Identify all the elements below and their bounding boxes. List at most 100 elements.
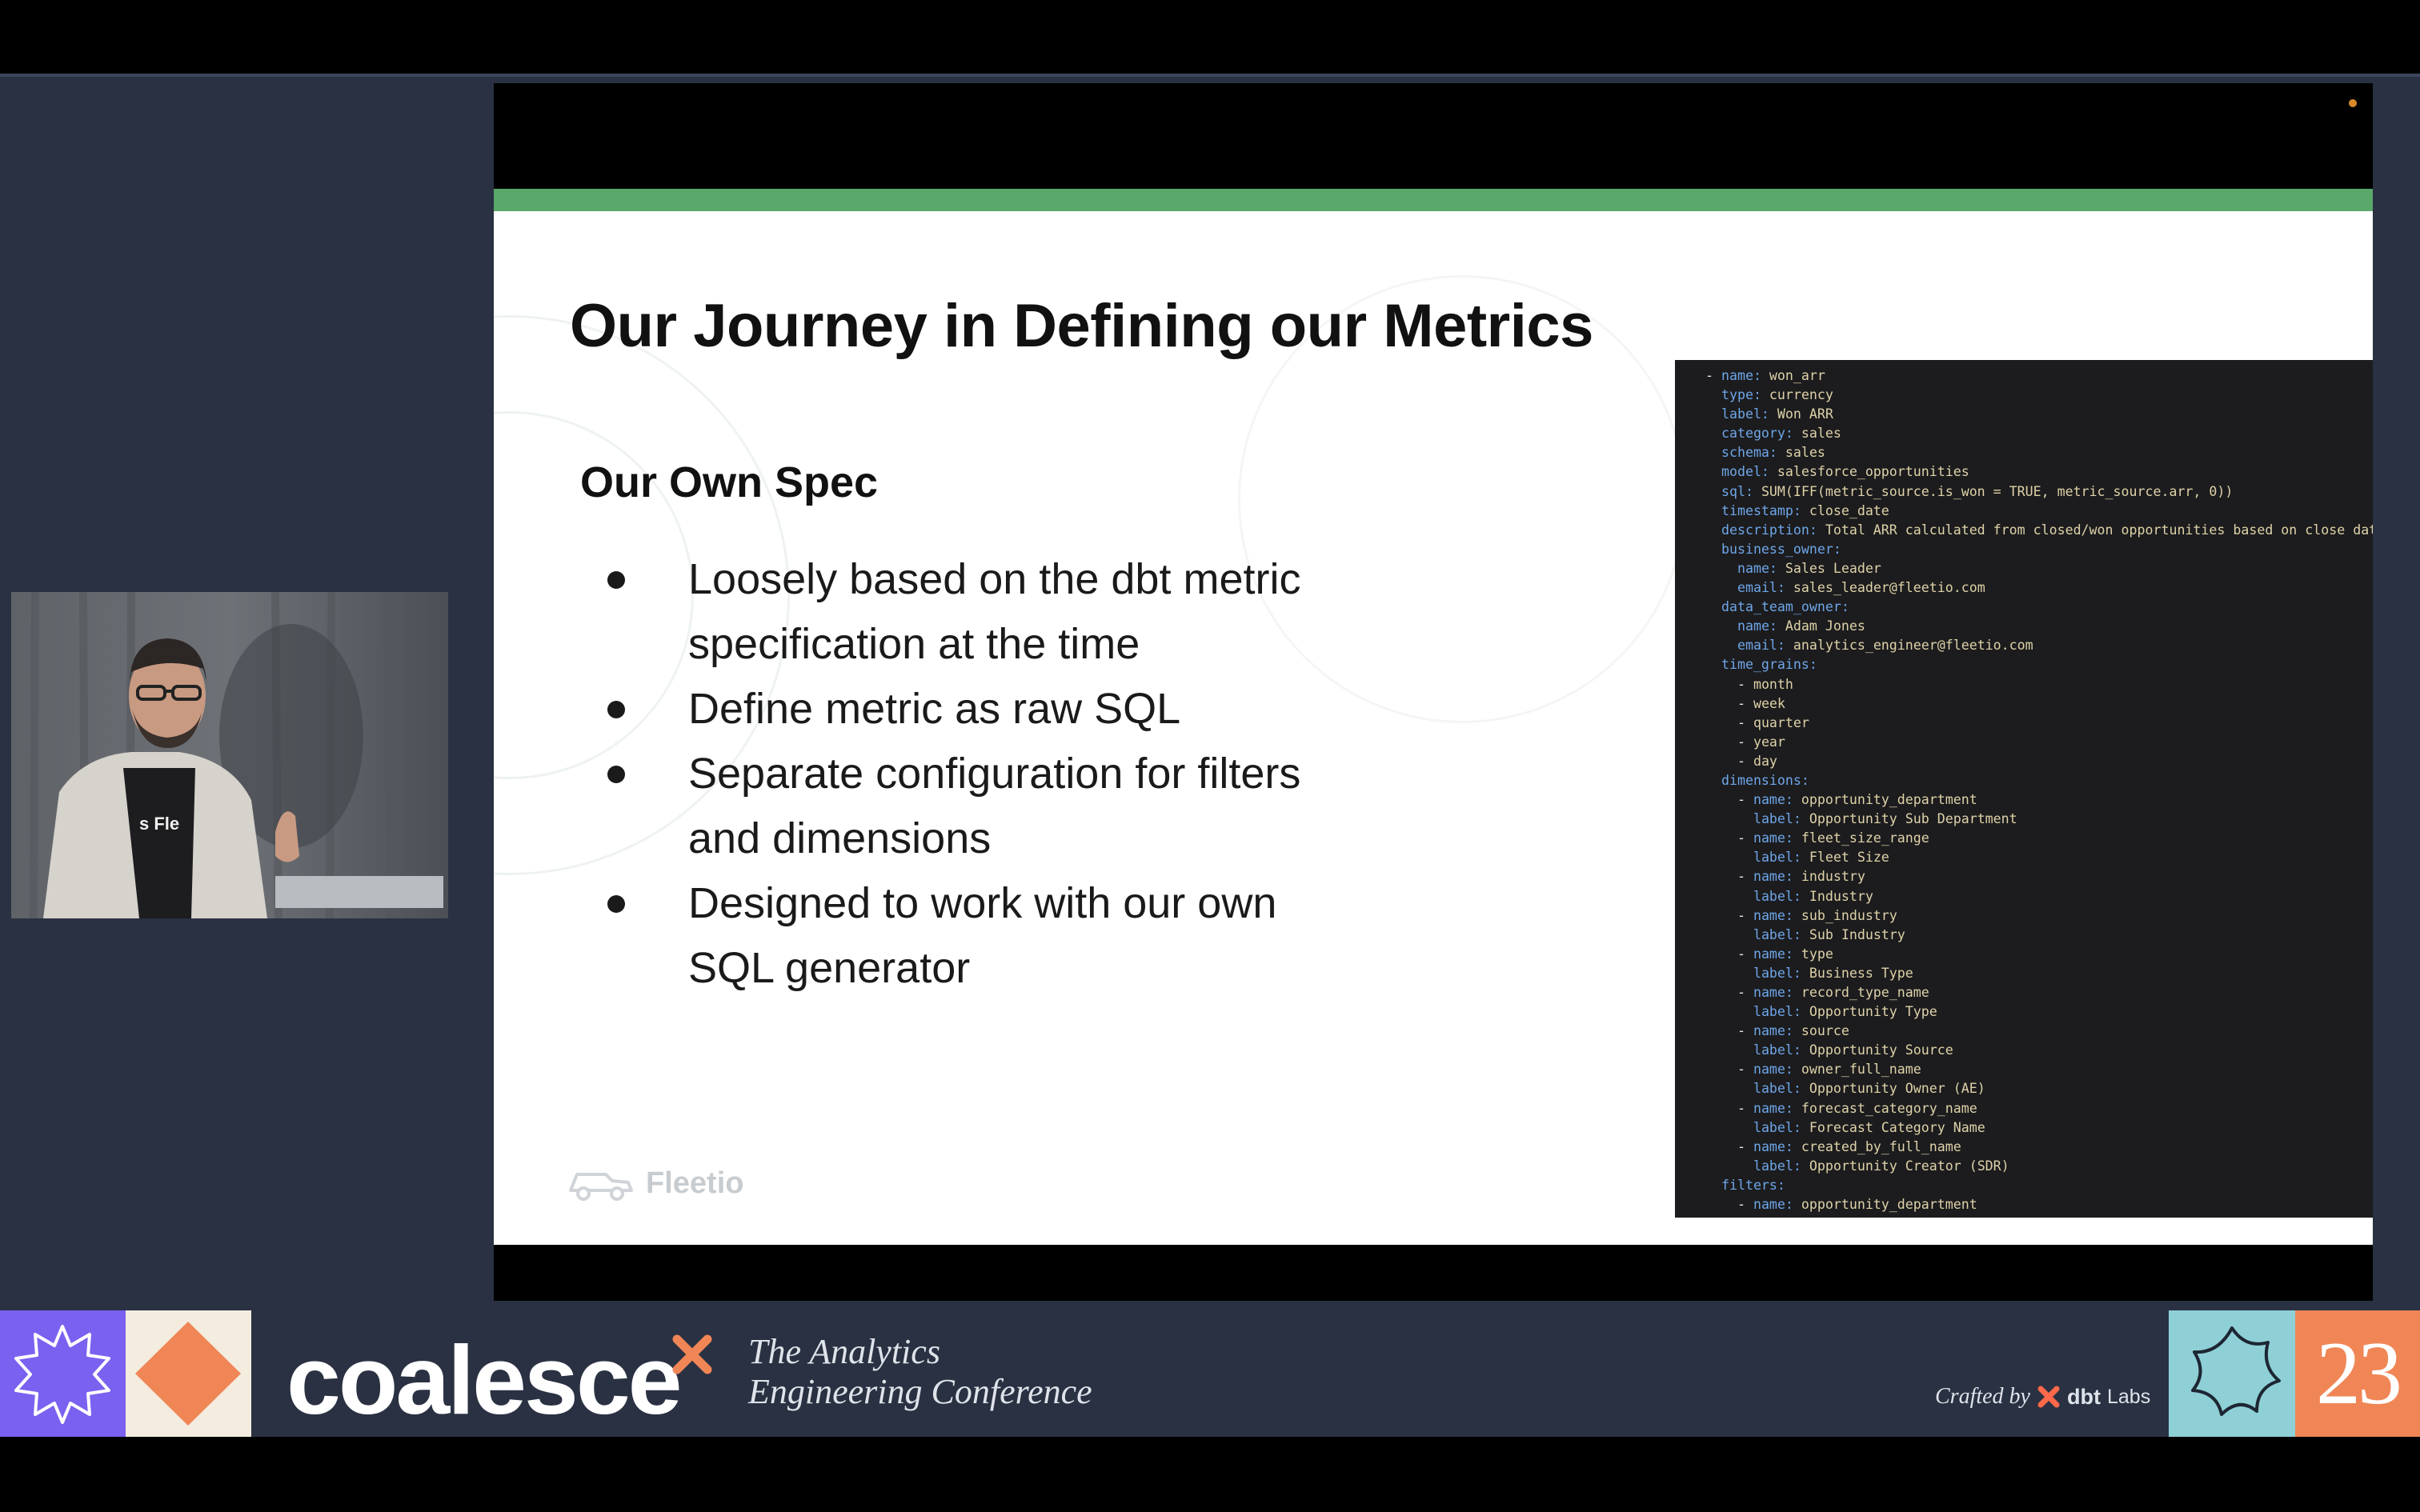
yaml-value: week (1753, 695, 1785, 711)
yaml-value: SUM(IFF(metric_source.is_won = TRUE, met… (1753, 483, 2234, 499)
cream-tile (126, 1310, 251, 1437)
yaml-key: name: (1737, 560, 1777, 576)
coalesce-wordmark-text: coalesce (286, 1326, 683, 1434)
yaml-value: quarter (1753, 714, 1809, 730)
blob-star-icon (2191, 1326, 2281, 1416)
yaml-value: currency (1761, 387, 1833, 403)
yaml-value: Industry (1801, 888, 1873, 904)
tagline-line-1: The Analytics (748, 1332, 940, 1371)
yaml-value: Sub Industry (1801, 926, 1905, 942)
bullet-dot-icon (607, 701, 625, 718)
yaml-key: name: (1753, 830, 1793, 846)
yaml-value: industry (1793, 869, 1865, 885)
code-line: label: Opportunity Creator (SDR) (1705, 1158, 2009, 1174)
speaker-webcam-feed: s Fle (11, 592, 448, 918)
slide-title: Our Journey in Defining our Metrics (570, 292, 1593, 360)
code-line: - name: created_by_full_name (1705, 1138, 1961, 1154)
code-line: - name: record_type_name (1705, 985, 1929, 1000)
yaml-key: label: (1753, 1119, 1801, 1135)
bullet-text: Define metric as raw SQL (688, 685, 1181, 733)
yaml-value: Won ARR (1769, 406, 1833, 422)
yaml-value: close_date (1801, 502, 1889, 518)
bullet-text: Loosely based on the dbt metric specific… (688, 555, 1301, 668)
yaml-key: time_grains: (1721, 657, 1817, 673)
yaml-value: won_arr (1761, 368, 1825, 383)
code-line: - week (1705, 695, 1785, 711)
speaker-video-image: s Fle (11, 592, 448, 918)
truck-icon (569, 1173, 633, 1201)
dbt-name: dbt (2067, 1384, 2101, 1409)
code-line: - name: industry (1705, 869, 1865, 885)
yaml-key: dimensions: (1721, 772, 1809, 788)
yaml-key: label: (1753, 1042, 1801, 1058)
yaml-key: name: (1737, 618, 1777, 634)
yaml-key: name: (1753, 985, 1793, 1000)
code-line: - name: source (1705, 1023, 1849, 1039)
yaml-key: label: (1753, 965, 1801, 981)
recording-indicator-dot (2349, 99, 2357, 107)
speaker-shirt-text: s Fle (139, 814, 179, 834)
starburst-icon (14, 1325, 110, 1424)
code-screenshot-panel: - name: won_arr type: currency label: Wo… (1675, 360, 2373, 1218)
code-line: name: Adam Jones (1705, 618, 1865, 634)
code-line: label: Fleet Size (1705, 850, 1889, 865)
yaml-key: timestamp: (1721, 502, 1801, 518)
bullet-item: Separate configuration for filters and d… (598, 742, 1318, 871)
code-line: schema: sales (1705, 445, 1825, 460)
code-line: - year (1705, 734, 1785, 750)
code-line: dimensions: (1705, 773, 1809, 788)
code-line: data_team_owner: (1705, 599, 1849, 614)
yaml-value: record_type_name (1793, 985, 1929, 1000)
fleetio-logo: Fleetio (566, 1163, 743, 1203)
yaml-value: year (1753, 734, 1785, 750)
yaml-value: source (1793, 1023, 1849, 1039)
coalesce-x-icon (672, 1334, 712, 1374)
code-line: category: sales (1705, 426, 1841, 441)
section-heading: Our Own Spec (580, 458, 879, 506)
code-line: - quarter (1705, 714, 1809, 730)
yaml-value: salesforce_opportunities (1769, 464, 1969, 480)
yaml-value: Forecast Category Name (1801, 1119, 1985, 1135)
code-line: - name: fleet_size_range (1705, 830, 1929, 846)
yaml-value: sales (1777, 445, 1825, 461)
tagline-line-2: Engineering Conference (748, 1372, 1092, 1411)
code-line: name: Sales Leader (1705, 561, 1881, 576)
slide-accent-bar (494, 189, 2373, 211)
yaml-key: name: (1753, 1197, 1793, 1213)
bullet-item: Define metric as raw SQL (598, 677, 1318, 742)
yaml-key: name: (1721, 368, 1761, 383)
bullet-dot-icon (607, 766, 625, 783)
bullet-text: Separate configuration for filters and d… (688, 750, 1301, 862)
dbt-labs-suffix: Labs (2106, 1385, 2151, 1408)
code-line: - name: opportunity_department (1705, 1197, 1977, 1213)
yaml-key: model: (1721, 464, 1769, 480)
purple-tile (0, 1310, 126, 1437)
code-line: label: Opportunity Owner (AE) (1705, 1081, 1985, 1096)
yaml-key: name: (1753, 1138, 1793, 1154)
code-line: sql: SUM(IFF(metric_source.is_won = TRUE… (1705, 484, 2233, 499)
yaml-value: Total ARR calculated from closed/won opp… (1817, 522, 2373, 538)
code-line: - name: type (1705, 946, 1833, 962)
yaml-value: created_by_full_name (1793, 1138, 1961, 1154)
crafted-by-credit: Crafted by dbt Labs (1935, 1384, 2150, 1410)
code-line: label: Opportunity Sub Department (1705, 811, 2017, 826)
code-line: business_owner: (1705, 542, 1841, 557)
yaml-key: name: (1753, 1023, 1793, 1039)
code-line: label: Opportunity Source (1705, 1042, 1953, 1058)
yaml-value: month (1753, 676, 1793, 692)
yaml-value: Opportunity Owner (AE) (1801, 1081, 1985, 1097)
yaml-code-block: - name: won_arr type: currency label: Wo… (1705, 366, 2373, 1214)
yaml-key: type: (1721, 387, 1761, 403)
yaml-key: business_owner: (1721, 541, 1841, 557)
code-line: email: analytics_engineer@fleetio.com (1705, 638, 2033, 653)
code-line: model: salesforce_opportunities (1705, 464, 1969, 479)
yaml-key: sql: (1721, 483, 1753, 499)
yaml-key: filters: (1721, 1177, 1785, 1193)
code-line: timestamp: close_date (1705, 503, 1889, 518)
yaml-key: name: (1753, 1062, 1793, 1078)
yaml-key: label: (1753, 1158, 1801, 1174)
bullet-dot-icon (607, 571, 625, 589)
yaml-value: sub_industry (1793, 907, 1897, 923)
year-tile: 23 (2295, 1310, 2420, 1437)
code-line: label: Business Type (1705, 966, 1913, 981)
